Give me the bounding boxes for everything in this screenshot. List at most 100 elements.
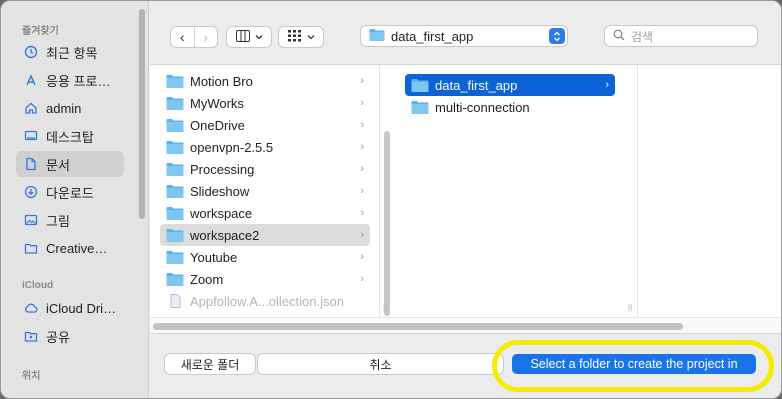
sidebar-item-applications[interactable]: 응용 프로… <box>16 67 124 93</box>
chevron-down-icon <box>307 32 315 43</box>
chevron-right-icon: › <box>360 163 364 175</box>
folder-icon <box>411 78 435 92</box>
file-row[interactable]: workspace › <box>160 202 370 224</box>
onedrive-folder-icon <box>166 118 190 132</box>
column-1-scrollbar[interactable] <box>384 131 390 316</box>
columns-view-icon <box>235 29 250 45</box>
forward-button[interactable]: › <box>195 27 218 47</box>
folder-icon <box>24 241 38 255</box>
chevron-left-icon: ‹ <box>179 29 185 45</box>
sidebar-item-icloud-drive[interactable]: iCloud Dri… <box>16 295 124 321</box>
folder-icon <box>166 228 190 242</box>
browser-column-3 <box>639 65 781 317</box>
folder-icon <box>411 100 435 114</box>
sidebar-item-label: 데스크탑 <box>46 129 94 145</box>
column-browser: Motion Bro › MyWorks › OneDrive › openvpn-2.5.… <box>150 65 781 333</box>
cancel-button[interactable]: 취소 <box>257 353 504 375</box>
sidebar-item-label: iCloud Dri… <box>46 300 117 316</box>
toolbar: ‹ › data_first_app 검색 <box>150 1 781 65</box>
sidebar-item-label: admin <box>46 100 82 116</box>
file-row[interactable]: OneDrive › <box>160 114 370 136</box>
chevron-right-icon: › <box>360 229 364 241</box>
file-row[interactable]: Processing › <box>160 158 370 180</box>
folder-icon <box>166 184 190 198</box>
search-placeholder: 검색 <box>631 29 654 44</box>
clock-icon <box>24 45 38 59</box>
file-row-label: Youtube <box>190 249 238 265</box>
chevron-right-icon: › <box>360 185 364 197</box>
browser-column-1: Motion Bro › MyWorks › OneDrive › openvpn-2.5.… <box>150 65 380 317</box>
sidebar-item-recents[interactable]: 최근 항목 <box>16 39 124 65</box>
sidebar-item-desktop[interactable]: 데스크탑 <box>16 123 124 149</box>
horizontal-scroll-thumb[interactable] <box>153 323 683 330</box>
chevron-down-icon <box>255 32 263 43</box>
sidebar-item-label: 그림 <box>46 213 70 229</box>
folder-icon <box>166 96 190 110</box>
file-row-label: Processing <box>190 161 255 177</box>
bottom-bar: 새로운 폴더 취소 Select a folder to create the … <box>150 333 781 398</box>
folder-icon <box>166 162 190 176</box>
download-icon <box>24 185 38 199</box>
file-row[interactable]: Zoom › <box>160 268 370 290</box>
sidebar-item-shared[interactable]: 공유 <box>16 323 124 349</box>
sidebar-item-label: 응용 프로… <box>46 73 111 89</box>
sidebar-item-downloads[interactable]: 다운로드 <box>16 179 124 205</box>
sidebar-item-label: 다운로드 <box>46 185 94 201</box>
folder-icon <box>166 250 190 264</box>
file-row[interactable]: openvpn-2.5.5 › <box>160 136 370 158</box>
folder-icon <box>166 272 190 286</box>
file-row-label: workspace <box>190 205 253 221</box>
chevron-right-icon: › <box>360 97 364 109</box>
sidebar-item-label: 문서 <box>46 157 70 173</box>
file-row-label: Slideshow <box>190 183 250 199</box>
file-row[interactable]: Appfollow.A...ollection.json <box>160 290 370 312</box>
file-row[interactable]: Slideshow › <box>160 180 370 202</box>
sidebar-section-locations: 위치 <box>22 371 41 382</box>
file-row-label: openvpn-2.5.5 <box>190 139 274 155</box>
chevron-right-icon: › <box>360 75 364 87</box>
back-button[interactable]: ‹ <box>171 27 194 47</box>
sidebar-item-creative[interactable]: Creative… <box>16 235 124 261</box>
sidebar-item-label: 공유 <box>46 329 70 345</box>
file-row-label: MyWorks <box>190 95 244 111</box>
sidebar-item-label: Creative… <box>46 240 108 256</box>
file-row-label: Zoom <box>190 271 224 287</box>
sidebar-item-pictures[interactable]: 그림 <box>16 207 124 233</box>
sidebar-section-icloud: iCloud <box>22 280 54 291</box>
file-icon <box>166 294 190 308</box>
browser-column-2: data_first_app › multi-connection <box>381 65 638 317</box>
file-row-label: Appfollow.A...ollection.json <box>190 293 344 309</box>
navigation-buttons: ‹ › <box>170 26 218 48</box>
sidebar-scrollbar[interactable] <box>139 9 145 219</box>
view-mode-button[interactable] <box>226 26 272 48</box>
file-row[interactable]: Youtube › <box>160 246 370 268</box>
grid-icon <box>287 29 302 45</box>
chevron-right-icon: › <box>360 119 364 131</box>
file-row[interactable]: workspace2 › <box>160 224 370 246</box>
shared-folder-icon <box>24 329 38 343</box>
file-row[interactable]: Motion Bro › <box>160 70 370 92</box>
file-row-label: multi-connection <box>435 99 530 115</box>
sidebar: 즐겨찾기 최근 항목 응용 프로… admin 데스크탑 문서 다운로드 그림 <box>1 1 149 398</box>
folder-icon <box>166 206 190 220</box>
up-down-chevron-icon <box>549 28 565 44</box>
sidebar-item-documents[interactable]: 문서 <box>16 151 124 177</box>
chevron-right-icon: › <box>360 207 364 219</box>
open-button[interactable]: Select a folder to create the project in <box>512 354 756 374</box>
file-row[interactable]: MyWorks › <box>160 92 370 114</box>
sidebar-item-home[interactable]: admin <box>16 95 124 121</box>
chevron-right-icon: › <box>203 29 209 45</box>
pictures-icon <box>24 213 38 227</box>
chevron-right-icon: › <box>360 273 364 285</box>
folder-icon <box>166 74 190 88</box>
file-row[interactable]: multi-connection <box>405 96 615 118</box>
home-icon <box>24 101 38 115</box>
chevron-right-icon: › <box>360 251 364 263</box>
search-field[interactable]: 검색 <box>604 25 758 47</box>
file-row-label: data_first_app <box>435 77 518 93</box>
new-folder-button[interactable]: 새로운 폴더 <box>164 353 256 375</box>
path-popup-button[interactable]: data_first_app <box>360 25 568 47</box>
group-by-button[interactable] <box>278 26 324 48</box>
file-row-label: OneDrive <box>190 117 245 133</box>
file-row[interactable]: data_first_app › <box>405 74 615 96</box>
